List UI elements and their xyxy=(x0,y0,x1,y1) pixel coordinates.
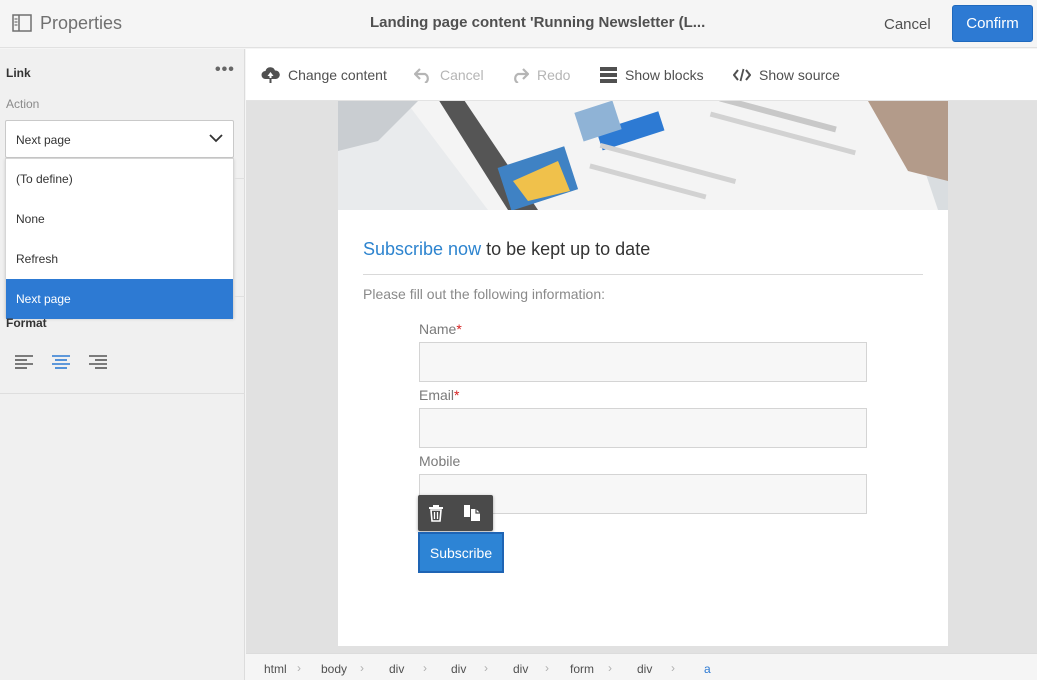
breadcrumb-separator-icon: › xyxy=(360,661,364,675)
option-refresh[interactable]: Refresh xyxy=(6,239,233,279)
landing-page-preview: Subscribe now to be kept up to date Plea… xyxy=(338,101,948,646)
email-field[interactable] xyxy=(419,408,867,448)
breadcrumb-item[interactable]: div xyxy=(389,662,404,676)
required-marker: * xyxy=(456,321,462,337)
cloud-upload-icon xyxy=(261,67,280,83)
confirm-button[interactable]: Confirm xyxy=(952,5,1033,42)
duplicate-icon[interactable] xyxy=(463,504,481,522)
cancel-button[interactable]: Cancel xyxy=(884,16,931,33)
redo-icon xyxy=(514,68,529,83)
element-context-toolbar xyxy=(418,495,493,531)
link-section-title: Link xyxy=(6,66,31,80)
breadcrumb-item[interactable]: div xyxy=(637,662,652,676)
panel-divider xyxy=(234,296,245,297)
required-marker: * xyxy=(454,387,460,403)
show-blocks-button[interactable]: Show blocks xyxy=(600,49,704,101)
breadcrumb-item[interactable]: div xyxy=(513,662,528,676)
name-label-text: Name xyxy=(419,321,457,337)
action-label: Action xyxy=(6,97,40,111)
properties-panel-icon[interactable] xyxy=(12,14,32,32)
element-breadcrumb: html › body › div › div › div › form › d… xyxy=(246,653,1037,680)
editor-canvas: Subscribe now to be kept up to date Plea… xyxy=(246,101,1037,653)
trash-icon[interactable] xyxy=(427,504,445,522)
breadcrumb-separator-icon: › xyxy=(671,661,675,675)
heading-text: to be kept up to date xyxy=(481,239,651,259)
editor-toolbar: Change content Cancel Redo Show blocks S… xyxy=(246,49,1037,101)
breadcrumb-separator-icon: › xyxy=(608,661,612,675)
option-to-define[interactable]: (To define) xyxy=(6,159,233,199)
breadcrumb-separator-icon: › xyxy=(423,661,427,675)
show-blocks-label: Show blocks xyxy=(625,67,704,83)
name-label: Name* xyxy=(419,321,462,337)
document-title: Landing page content 'Running Newsletter… xyxy=(370,14,706,31)
breadcrumb-separator-icon: › xyxy=(484,661,488,675)
breadcrumb-item[interactable]: html xyxy=(264,662,287,676)
undo-button[interactable]: Cancel xyxy=(414,49,484,101)
align-center-icon[interactable] xyxy=(50,353,72,371)
subscribe-now-link[interactable]: Subscribe now xyxy=(363,239,481,259)
align-right-icon[interactable] xyxy=(87,353,109,371)
undo-label: Cancel xyxy=(440,67,484,83)
show-source-label: Show source xyxy=(759,67,840,83)
redo-button[interactable]: Redo xyxy=(511,49,570,101)
breadcrumb-item[interactable]: div xyxy=(451,662,466,676)
properties-panel: Link ••• Action Next page (To define) No… xyxy=(0,49,245,680)
breadcrumb-item[interactable]: body xyxy=(321,662,347,676)
change-content-label: Change content xyxy=(288,67,387,83)
action-select-value: Next page xyxy=(16,133,71,147)
mobile-label: Mobile xyxy=(419,453,461,469)
breadcrumb-separator-icon: › xyxy=(545,661,549,675)
breadcrumb-item[interactable]: form xyxy=(570,662,594,676)
name-field[interactable] xyxy=(419,342,867,382)
subscribe-button[interactable]: Subscribe xyxy=(418,532,504,573)
panel-divider xyxy=(0,393,245,394)
header-bar: Properties Landing page content 'Running… xyxy=(0,0,1037,48)
subscribe-heading: Subscribe now to be kept up to date xyxy=(363,239,650,260)
change-content-button[interactable]: Change content xyxy=(261,49,387,101)
panel-divider xyxy=(234,178,245,179)
panel-title: Properties xyxy=(40,13,123,33)
email-label: Email* xyxy=(419,387,459,403)
breadcrumb-separator-icon: › xyxy=(297,661,301,675)
more-options-icon[interactable]: ••• xyxy=(215,61,235,79)
breadcrumb-item-current[interactable]: a xyxy=(704,662,711,676)
show-source-button[interactable]: Show source xyxy=(733,49,840,101)
redo-label: Redo xyxy=(537,67,571,83)
email-label-text: Email xyxy=(419,387,455,403)
undo-icon xyxy=(414,68,429,83)
format-label: Format xyxy=(6,316,47,330)
action-dropdown-menu: (To define) None Refresh Next page xyxy=(5,158,234,319)
align-left-icon[interactable] xyxy=(13,353,35,371)
intro-text: Please fill out the following informatio… xyxy=(363,286,606,302)
code-icon xyxy=(733,68,751,82)
banner-image xyxy=(338,101,948,210)
option-none[interactable]: None xyxy=(6,199,233,239)
action-select[interactable]: Next page xyxy=(5,120,234,158)
chevron-down-icon xyxy=(209,134,223,143)
heading-divider xyxy=(363,274,923,275)
blocks-icon xyxy=(600,67,617,83)
option-next-page[interactable]: Next page xyxy=(6,279,233,319)
